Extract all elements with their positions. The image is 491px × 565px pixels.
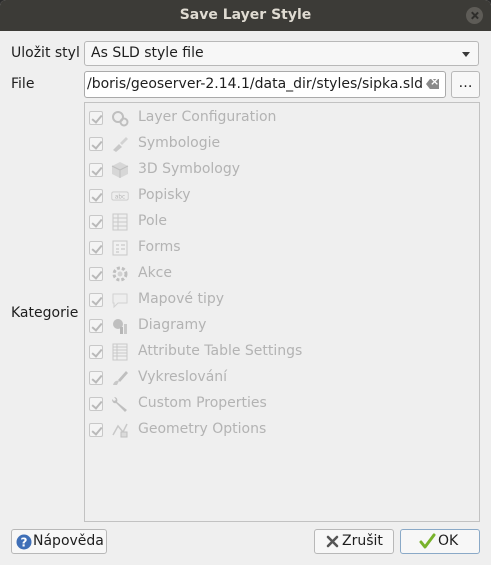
form-icon xyxy=(112,240,128,256)
category-item[interactable]: Mapové tipy xyxy=(89,289,469,311)
cube-icon xyxy=(111,162,129,178)
category-label: Forms xyxy=(138,239,181,255)
categories-label: Kategorie xyxy=(11,305,79,321)
wrench-icon xyxy=(112,397,127,412)
category-item[interactable]: Pole xyxy=(89,211,469,233)
category-label: Attribute Table Settings xyxy=(138,343,303,359)
svg-text:?: ? xyxy=(21,536,28,550)
category-label: Popisky xyxy=(138,187,191,203)
ok-button-label: OK xyxy=(438,533,459,549)
category-item[interactable]: 3D Symbology xyxy=(89,159,469,181)
close-icon[interactable] xyxy=(466,7,483,24)
speech-bubble-icon xyxy=(112,293,128,309)
category-item[interactable]: Akce xyxy=(89,263,469,285)
fields-table-icon xyxy=(112,213,128,231)
category-label: Symbologie xyxy=(138,135,221,151)
category-checkbox[interactable] xyxy=(89,267,103,281)
category-checkbox[interactable] xyxy=(89,137,103,151)
rendering-brush-icon xyxy=(113,371,128,385)
help-button[interactable]: ? Nápověda xyxy=(11,529,107,554)
paintbrush-icon xyxy=(113,137,128,152)
file-label: File xyxy=(11,76,35,92)
svg-text:abc: abc xyxy=(115,194,125,200)
category-label: Geometry Options xyxy=(138,421,267,437)
category-checkbox[interactable] xyxy=(89,293,103,307)
gears-icon xyxy=(112,111,129,127)
category-label: Mapové tipy xyxy=(138,291,225,307)
category-checkbox[interactable] xyxy=(89,241,103,255)
file-path-input[interactable]: /boris/geoserver-2.14.1/data_dir/styles/… xyxy=(84,71,446,98)
geometry-icon xyxy=(112,423,128,438)
category-item[interactable]: Vykreslování xyxy=(89,367,469,389)
category-checkbox[interactable] xyxy=(89,163,103,177)
cancel-button[interactable]: Zrušit xyxy=(314,529,394,554)
category-item[interactable]: Forms xyxy=(89,237,469,259)
style-label: Uložit styl xyxy=(11,45,80,61)
category-label: 3D Symbology xyxy=(138,161,241,177)
category-item[interactable]: Custom Properties xyxy=(89,393,469,415)
category-checkbox[interactable] xyxy=(89,371,103,385)
categories-list: Layer Configuration Symbologie 3D Symbol… xyxy=(84,102,480,522)
category-checkbox[interactable] xyxy=(89,319,103,333)
category-item[interactable]: abc Popisky xyxy=(89,185,469,207)
category-label: Pole xyxy=(138,213,168,229)
save-layer-style-dialog: Save Layer Style Uložit styl As SLD styl… xyxy=(0,0,491,565)
checkmark-icon xyxy=(419,533,436,549)
label-abc-icon: abc xyxy=(111,191,129,201)
ok-button[interactable]: OK xyxy=(400,529,480,554)
title-bar: Save Layer Style xyxy=(0,0,491,31)
style-format-value: As SLD style file xyxy=(91,45,204,61)
diagram-icon xyxy=(113,319,127,334)
clear-icon[interactable] xyxy=(426,79,439,89)
close-icon xyxy=(326,535,339,548)
help-button-label: Nápověda xyxy=(33,533,104,549)
style-format-select[interactable]: As SLD style file xyxy=(84,41,479,66)
action-gear-icon xyxy=(112,266,128,282)
category-label: Diagramy xyxy=(138,317,207,333)
category-label: Vykreslování xyxy=(138,369,228,385)
help-icon: ? xyxy=(16,534,32,550)
category-checkbox[interactable] xyxy=(89,215,103,229)
category-label: Custom Properties xyxy=(138,395,267,411)
category-checkbox[interactable] xyxy=(89,423,103,437)
category-item[interactable]: Symbologie xyxy=(89,133,469,155)
category-item[interactable]: Geometry Options xyxy=(89,419,469,441)
window-title: Save Layer Style xyxy=(179,7,312,23)
category-checkbox[interactable] xyxy=(89,111,103,125)
attribute-table-icon xyxy=(112,343,128,361)
category-checkbox[interactable] xyxy=(89,345,103,359)
file-path-value: /boris/geoserver-2.14.1/data_dir/styles/… xyxy=(87,76,424,92)
chevron-down-icon xyxy=(462,52,470,57)
category-checkbox[interactable] xyxy=(89,397,103,411)
category-label: Layer Configuration xyxy=(138,109,277,125)
category-item[interactable]: Diagramy xyxy=(89,315,469,337)
category-item[interactable]: Layer Configuration xyxy=(89,107,469,129)
category-item[interactable]: Attribute Table Settings xyxy=(89,341,469,363)
cancel-button-label: Zrušit xyxy=(342,533,383,549)
category-checkbox[interactable] xyxy=(89,189,103,203)
category-label: Akce xyxy=(138,265,172,281)
browse-button[interactable]: … xyxy=(451,71,480,98)
